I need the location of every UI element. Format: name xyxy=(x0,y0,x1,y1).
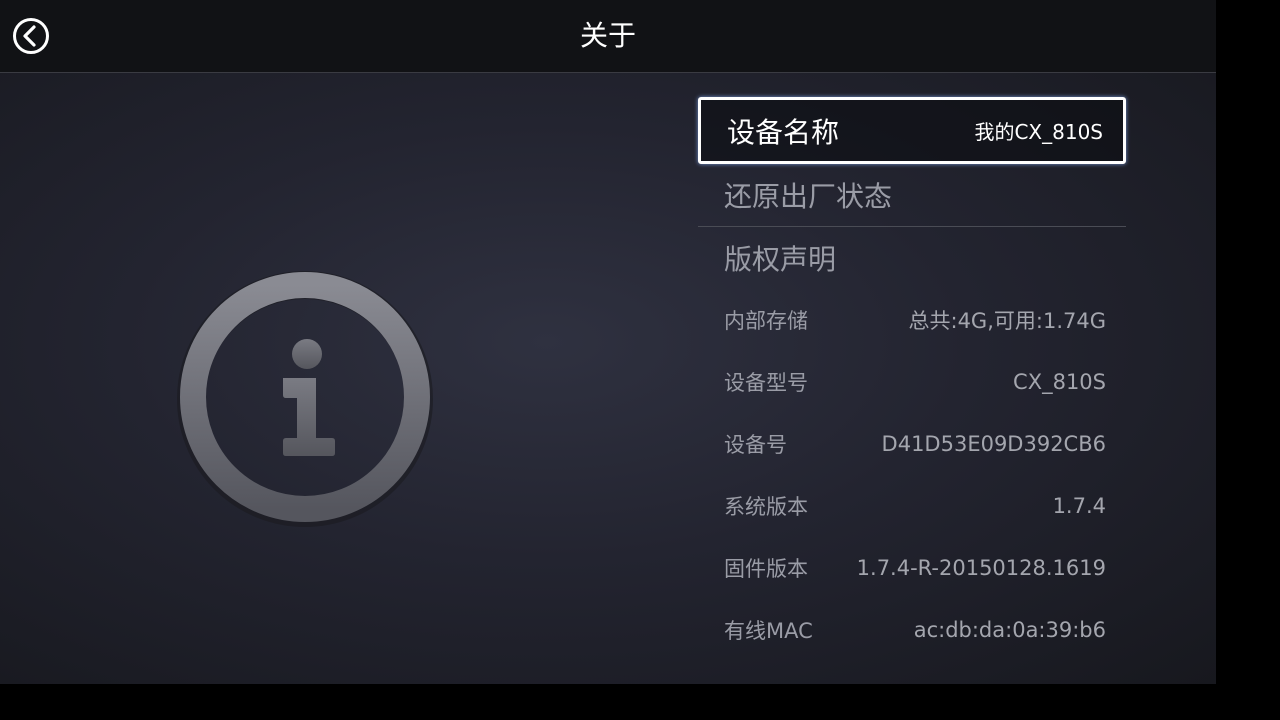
info-row-device-id: 设备号 D41D53E09D392CB6 xyxy=(698,413,1126,475)
info-value: 1.7.4 xyxy=(1052,494,1106,518)
info-row-system-version: 系统版本 1.7.4 xyxy=(698,475,1126,537)
factory-reset-label: 还原出厂状态 xyxy=(724,180,893,213)
about-screen: 关于 设备名称 我的CX_810S 还原出厂状态 版权声明 内部存储 总共:4G… xyxy=(0,0,1216,684)
info-row-model: 设备型号 CX_810S xyxy=(698,351,1126,413)
info-value: CX_810S xyxy=(1013,370,1106,394)
info-value: 1.7.4-R-20150128.1619 xyxy=(856,556,1106,580)
info-circle-icon xyxy=(176,270,434,528)
info-value: ac:db:da:0a:39:b6 xyxy=(913,618,1106,642)
back-arrow-circle-icon xyxy=(13,18,49,54)
copyright-item[interactable]: 版权声明 xyxy=(698,227,1126,289)
info-row-storage: 内部存储 总共:4G,可用:1.74G xyxy=(698,289,1126,351)
info-label: 设备号 xyxy=(724,433,787,457)
device-name-value: 我的CX_810S xyxy=(974,120,1103,144)
info-row-firmware-version: 固件版本 1.7.4-R-20150128.1619 xyxy=(698,537,1126,599)
info-value: 总共:4G,可用:1.74G xyxy=(908,309,1107,333)
factory-reset-item[interactable]: 还原出厂状态 xyxy=(698,164,1126,226)
page-title: 关于 xyxy=(579,19,636,52)
settings-list: 设备名称 我的CX_810S 还原出厂状态 版权声明 内部存储 总共:4G,可用… xyxy=(698,97,1126,661)
info-value: D41D53E09D392CB6 xyxy=(881,432,1106,456)
info-label: 系统版本 xyxy=(724,495,808,519)
device-name-item[interactable]: 设备名称 我的CX_810S xyxy=(698,97,1126,164)
info-label: 设备型号 xyxy=(724,371,808,395)
info-label: 内部存储 xyxy=(724,309,808,333)
header-bar: 关于 xyxy=(0,0,1216,73)
back-button[interactable] xyxy=(12,17,50,55)
info-row-wired-mac: 有线MAC ac:db:da:0a:39:b6 xyxy=(698,599,1126,661)
info-label: 有线MAC xyxy=(724,619,813,643)
copyright-label: 版权声明 xyxy=(724,243,837,276)
info-label: 固件版本 xyxy=(724,557,808,581)
device-name-label: 设备名称 xyxy=(727,115,840,149)
